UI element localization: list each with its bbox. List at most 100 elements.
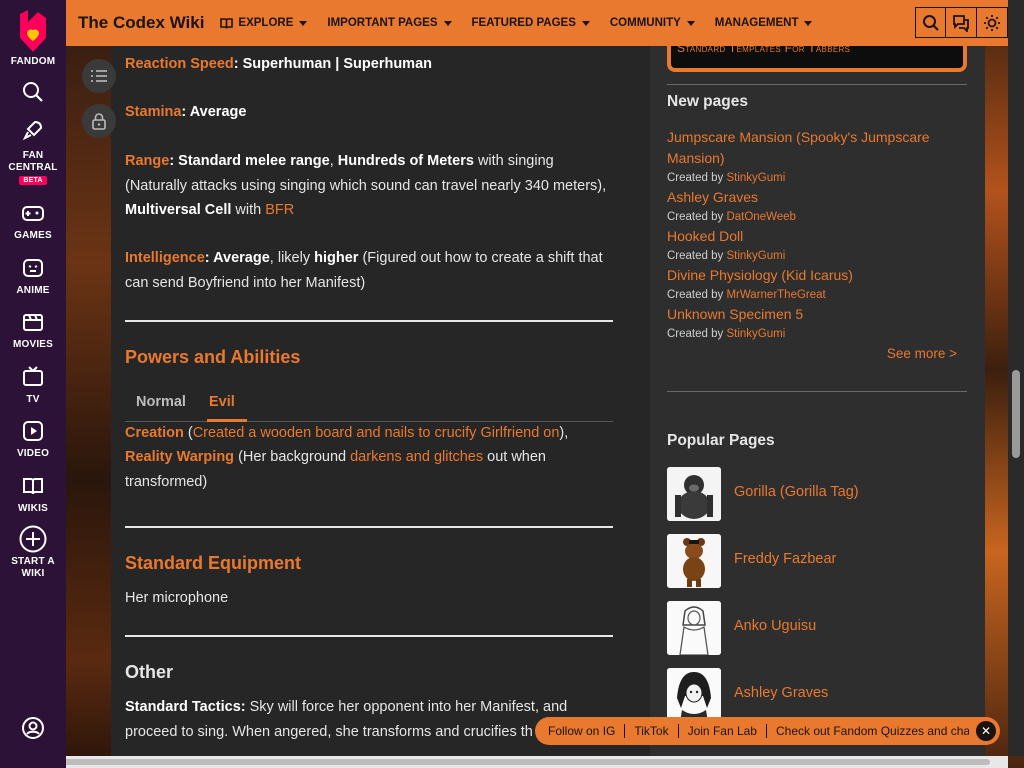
fandom-links-bar: Follow on IG TikTok Join Fan Lab Check o… (535, 717, 1000, 745)
new-page-link[interactable]: Unknown Specimen 5 (667, 304, 967, 325)
rocket-icon (22, 120, 43, 141)
horizontal-scrollbar-thumb[interactable] (14, 759, 990, 765)
popular-page-link[interactable]: Freddy Fazbear (734, 551, 836, 567)
nav-important-pages[interactable]: IMPORTANT PAGES (327, 17, 452, 29)
new-page-author: Created by StinkyGumi (667, 325, 967, 343)
section-divider (125, 526, 613, 528)
popular-page-link[interactable]: Gorilla (Gorilla Tag) (734, 484, 859, 500)
vertical-scrollbar-thumb[interactable] (1012, 370, 1020, 458)
tab-normal[interactable]: Normal (136, 390, 186, 415)
equipment-heading: Standard Equipment (125, 553, 302, 573)
chevron-down-icon (443, 20, 452, 26)
popular-page-item[interactable]: Anko Uguisu (667, 601, 967, 655)
stamina-value: : Average (181, 104, 247, 120)
author-link[interactable]: DatOneWeeb (726, 211, 795, 223)
games-link[interactable]: GAMES (0, 200, 66, 241)
popular-page-thumbnail (667, 668, 721, 722)
creation-paren-open: ( (183, 425, 193, 441)
fandom-quizzes-link[interactable]: Check out Fandom Quizzes and cha (767, 724, 969, 738)
join-fan-lab-link[interactable]: Join Fan Lab (679, 724, 767, 738)
tiktok-link[interactable]: TikTok (625, 724, 679, 738)
tab-evil[interactable]: Evil (209, 390, 235, 415)
see-more-link[interactable]: See more > (887, 346, 957, 361)
header-search-button[interactable] (915, 7, 946, 38)
creation-link[interactable]: Created a wooden board and nails to cruc… (193, 425, 560, 441)
created-by-label: Created by (667, 328, 724, 340)
horizontal-scrollbar[interactable] (0, 756, 1008, 768)
range-value-3: Multiversal Cell (125, 202, 232, 218)
anime-link[interactable]: ANIME (0, 255, 66, 296)
darkens-glitches-link[interactable]: darkens and glitches (350, 449, 483, 465)
nav-featured-pages[interactable]: FEATURED PAGES (472, 17, 590, 29)
author-link[interactable]: StinkyGumi (726, 172, 785, 184)
gamepad-icon (22, 206, 44, 221)
equipment-text: Her microphone (125, 590, 229, 606)
wikis-link[interactable]: WIKIS (0, 473, 66, 514)
intelligence-value: : Average (204, 250, 270, 266)
nav-management[interactable]: MANAGEMENT (715, 17, 813, 29)
new-page-link[interactable]: Jumpscare Mansion (Spooky's Jumpscare Ma… (667, 127, 967, 169)
range-sep: , (329, 153, 338, 169)
close-icon[interactable]: ✕ (976, 721, 996, 741)
movies-link[interactable]: MOVIES (0, 309, 66, 350)
search-button[interactable] (0, 80, 66, 104)
popular-page-thumbnail (667, 601, 721, 655)
wiki-title-link[interactable]: The Codex Wiki (78, 13, 204, 33)
new-page-item: Unknown Specimen 5 Created by StinkyGumi (667, 304, 967, 343)
reaction-speed-label[interactable]: Reaction Speed (125, 56, 234, 72)
tabber: Normal Evil (125, 382, 613, 422)
list-icon (91, 70, 107, 82)
other-heading: Other (125, 662, 174, 682)
theme-toggle-button[interactable] (977, 7, 1008, 38)
nav-community[interactable]: COMMUNITY (610, 17, 695, 29)
games-label: GAMES (14, 230, 52, 241)
author-link[interactable]: MrWarnerTheGreat (726, 289, 825, 301)
clapperboard-icon (23, 314, 43, 331)
vertical-scrollbar[interactable] (1008, 0, 1024, 756)
user-avatar-icon (22, 717, 44, 739)
new-page-link[interactable]: Divine Physiology (Kid Icarus) (667, 265, 967, 286)
bfr-link[interactable]: BFR (265, 202, 294, 218)
chevron-down-icon (299, 20, 308, 26)
author-link[interactable]: StinkyGumi (726, 250, 785, 262)
popular-page-link[interactable]: Anko Uguisu (734, 618, 816, 634)
popular-page-item[interactable]: Ashley Graves (667, 668, 967, 722)
follow-on-ig-link[interactable]: Follow on IG (539, 724, 626, 738)
fan-central-link[interactable]: FAN CENTRAL BETA (0, 118, 66, 185)
fandom-logo-link[interactable]: FANDOM (0, 8, 66, 67)
range-value-1: : Standard melee range (169, 153, 330, 169)
creation-label[interactable]: Creation (125, 425, 184, 441)
stamina-row: Stamina: Average (125, 100, 615, 125)
tv-link[interactable]: TV (0, 364, 66, 405)
plus-circle-icon (19, 525, 47, 553)
intelligence-row: Intelligence: Average, likely higher (Fi… (125, 246, 615, 295)
popular-page-item[interactable]: Gorilla (Gorilla Tag) (667, 467, 967, 521)
discussions-button[interactable] (946, 7, 977, 38)
reality-warping-label[interactable]: Reality Warping (125, 449, 234, 465)
table-of-contents-button[interactable] (82, 59, 116, 93)
nav-management-label: MANAGEMENT (714, 17, 799, 29)
fandom-logo-icon (20, 10, 46, 52)
new-page-link[interactable]: Ashley Graves (667, 187, 967, 208)
stamina-label[interactable]: Stamina (125, 104, 181, 120)
author-link[interactable]: StinkyGumi (726, 328, 785, 340)
ashley-thumbnail-image (667, 668, 721, 722)
user-account-button[interactable] (0, 716, 66, 740)
creation-row: Creation (Created a wooden board and nai… (125, 421, 615, 446)
video-link[interactable]: VIDEO (0, 418, 66, 459)
book-icon (23, 478, 43, 495)
new-page-link[interactable]: Hooked Doll (667, 226, 967, 247)
intelligence-label[interactable]: Intelligence (125, 250, 205, 266)
popular-pages-heading: Popular Pages (667, 432, 775, 449)
search-icon (922, 14, 939, 31)
range-label[interactable]: Range (125, 153, 169, 169)
start-a-wiki-link[interactable]: START A WIKI (0, 524, 66, 580)
nav-explore-label: EXPLORE (238, 17, 294, 29)
page-protection-button[interactable] (82, 104, 116, 138)
nav-explore[interactable]: EXPLORE (220, 17, 308, 29)
reaction-speed-value: : Superhuman | Superhuman (233, 56, 432, 72)
new-page-author: Created by DatOneWeeb (667, 208, 967, 226)
popular-page-item[interactable]: Freddy Fazbear (667, 534, 967, 588)
popular-page-link[interactable]: Ashley Graves (734, 685, 828, 701)
created-by-label: Created by (667, 250, 724, 262)
